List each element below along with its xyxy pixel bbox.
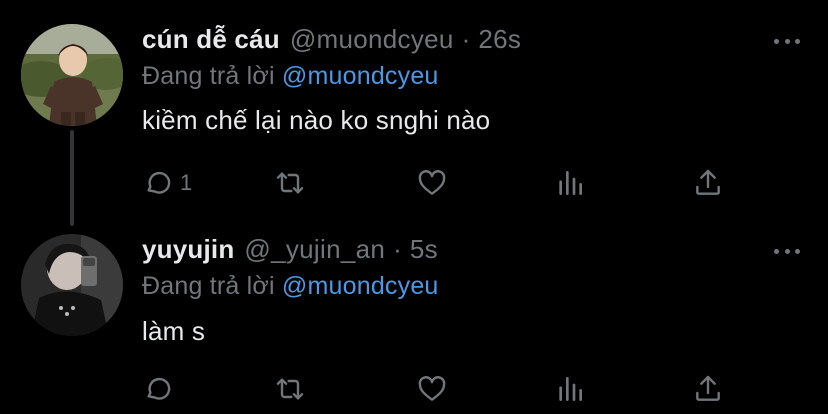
reply-icon [147,377,171,400]
reply-icon [147,171,171,194]
replying-to-label: Đang trả lời [142,272,275,300]
thread-line [70,130,74,226]
heart-icon [418,376,446,401]
reply-button[interactable]: 1 [142,166,192,200]
stats-button[interactable] [554,166,586,200]
stats-icon [559,171,582,195]
mention-link[interactable]: @muondcyeu [282,272,439,300]
tweet[interactable]: yuyujin @_yujin_an · 5s Đang trả lời @mu… [0,224,828,414]
display-name[interactable]: cún dễ cáu [142,24,280,55]
tweet-text: làm s [142,316,206,346]
stats-icon [559,377,582,401]
username[interactable]: @_yujin_an [244,234,385,265]
tweet[interactable]: cún dễ cáu @muondcyeu · 26s Đang trả lời… [0,0,828,226]
stats-button[interactable] [554,372,586,406]
tweet-header: cún dễ cáu @muondcyeu · 26s [142,24,521,60]
display-name[interactable]: yuyujin [142,234,234,265]
more-icon[interactable] [774,36,800,46]
like-button[interactable] [416,372,448,406]
share-icon [696,375,720,401]
tweet-text: kiềm chế lại nào ko snghi nào [142,105,491,135]
avatar[interactable] [21,24,123,126]
share-icon [696,169,720,195]
reply-count: 1 [180,170,193,195]
mention-link[interactable]: @muondcyeu [282,62,439,90]
action-bar [142,372,742,406]
replying-to: Đang trả lời @muondcyeu [142,62,439,91]
more-icon[interactable] [774,246,800,256]
retweet-button[interactable] [274,372,306,406]
username[interactable]: @muondcyeu [290,24,454,55]
heart-icon [418,170,446,195]
retweet-icon [276,172,304,194]
timestamp[interactable]: 5s [410,234,438,265]
replying-to: Đang trả lời @muondcyeu [142,272,439,301]
separator: · [393,234,402,264]
share-button[interactable] [692,166,724,200]
avatar[interactable] [21,234,123,336]
retweet-icon [276,378,304,400]
separator: · [461,24,471,54]
action-bar: 1 [142,166,742,200]
tweet-header: yuyujin @_yujin_an · 5s [142,234,438,270]
replying-to-label: Đang trả lời [142,62,275,90]
retweet-button[interactable] [274,166,306,200]
reply-button[interactable] [142,372,180,406]
share-button[interactable] [692,372,724,406]
like-button[interactable] [416,166,448,200]
timestamp[interactable]: 26s [478,24,521,55]
